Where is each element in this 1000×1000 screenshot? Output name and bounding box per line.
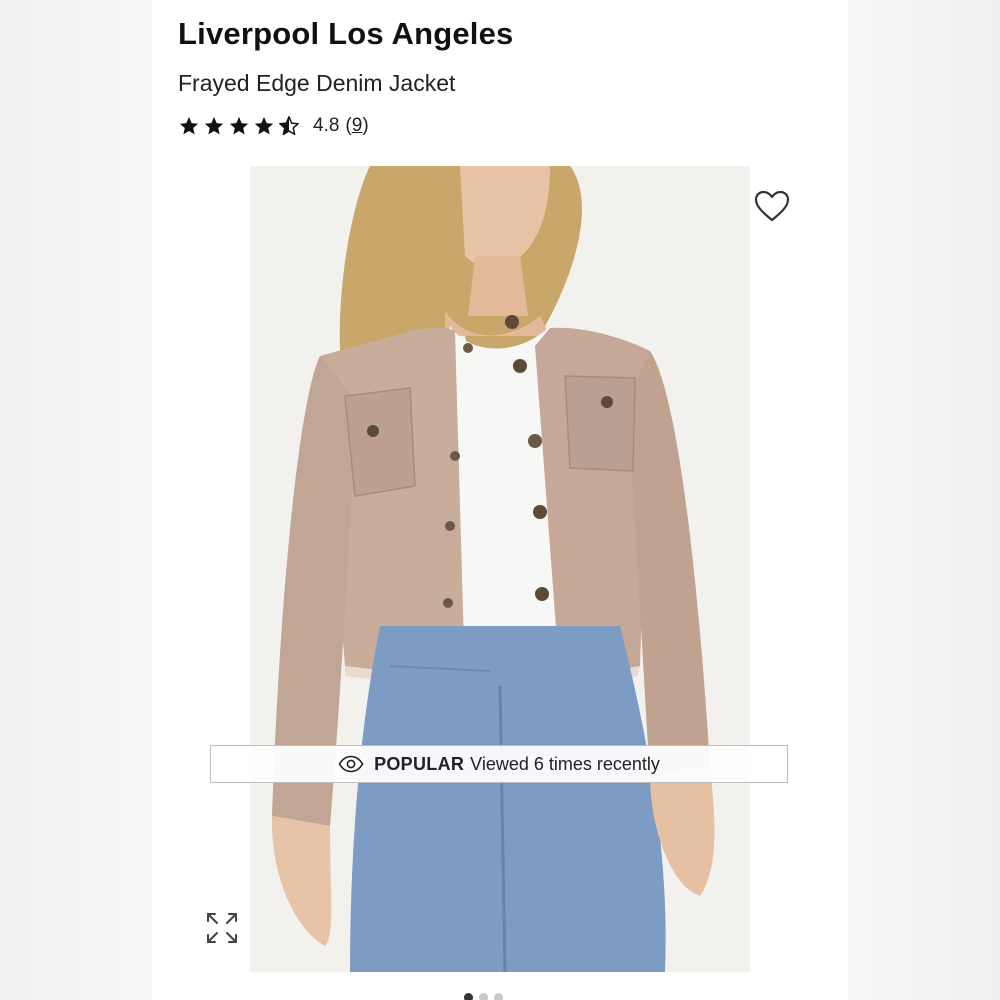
carousel-dots[interactable]	[464, 993, 509, 1000]
left-backdrop	[0, 0, 152, 1000]
review-count: 9	[351, 115, 363, 136]
rating-value: 4.8	[313, 115, 340, 136]
right-backdrop	[848, 0, 1000, 1000]
carousel-dot[interactable]	[494, 993, 503, 1000]
review-count-link[interactable]: (9)	[345, 115, 368, 137]
expand-icon[interactable]	[204, 910, 240, 946]
product-title: Frayed Edge Denim Jacket	[178, 70, 456, 96]
popular-text: Viewed 6 times recently	[470, 753, 660, 774]
popular-label: POPULAR	[374, 753, 465, 774]
favorite-heart-icon[interactable]	[754, 190, 790, 222]
rating-row[interactable]: 4.8 (9)	[178, 113, 369, 139]
product-image[interactable]	[250, 166, 750, 972]
star-rating	[178, 115, 303, 137]
carousel-dot[interactable]	[479, 993, 488, 1000]
star-full-icon	[179, 116, 199, 135]
star-half-icon	[279, 116, 299, 136]
carousel-dot[interactable]	[464, 993, 473, 1000]
popular-banner: POPULAR Viewed 6 times recently	[210, 745, 788, 783]
star-full-icon	[204, 116, 224, 135]
star-full-icon	[254, 116, 274, 135]
eye-icon	[338, 755, 364, 773]
product-page: Liverpool Los Angeles Frayed Edge Denim …	[152, 0, 848, 1000]
brand-name[interactable]: Liverpool Los Angeles	[178, 16, 514, 52]
star-full-icon	[229, 116, 249, 135]
review-count-close: )	[362, 115, 369, 136]
model-photo	[250, 166, 750, 972]
